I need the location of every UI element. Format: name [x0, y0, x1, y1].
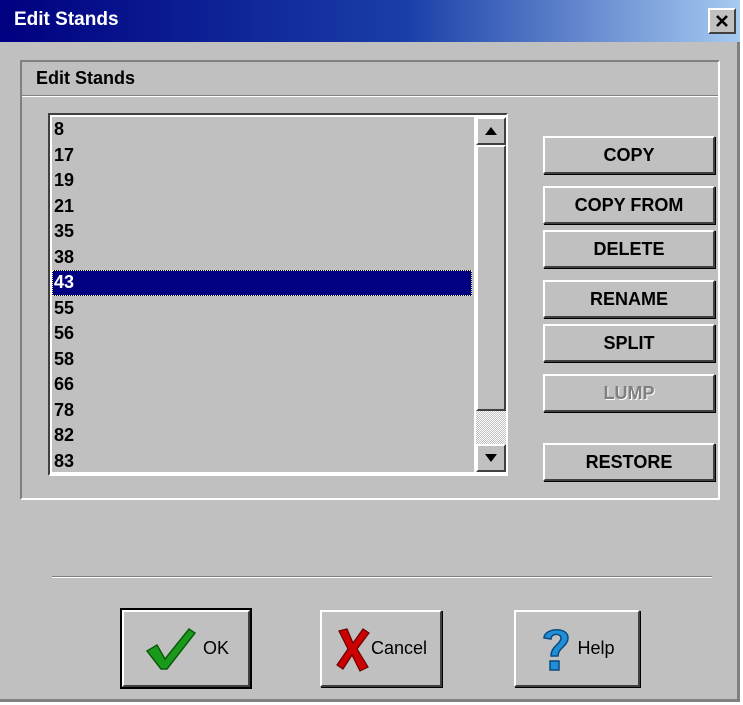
arrow-up-icon [485, 127, 497, 135]
vertical-scrollbar[interactable] [476, 115, 506, 474]
stands-list[interactable]: 8 17 19 21 35 38 43 55 56 58 66 78 82 83 [52, 117, 474, 472]
help-label: Help [577, 638, 615, 658]
list-item[interactable]: 38 [52, 245, 472, 271]
list-item[interactable]: 43 [52, 270, 472, 296]
list-item[interactable]: 21 [52, 194, 472, 220]
lump-button[interactable]: LUMP [543, 374, 715, 412]
scrollbar-thumb[interactable] [476, 145, 506, 411]
x-cross-icon [336, 627, 370, 672]
scroll-down-button[interactable] [476, 444, 506, 472]
list-item[interactable]: 35 [52, 219, 472, 245]
help-button[interactable]: Help [514, 610, 640, 687]
list-item[interactable]: 82 [52, 423, 472, 449]
scroll-up-button[interactable] [476, 117, 506, 145]
list-item[interactable]: 55 [52, 296, 472, 322]
cancel-button[interactable]: Cancel [320, 610, 442, 687]
arrow-down-icon [485, 454, 497, 462]
cancel-label: Cancel [370, 638, 428, 658]
question-mark-icon [543, 628, 570, 671]
split-button[interactable]: SPLIT [543, 324, 715, 362]
list-item[interactable]: 17 [52, 143, 472, 169]
ok-button[interactable]: OK [120, 608, 252, 689]
checkmark-icon [145, 627, 197, 670]
rename-button[interactable]: RENAME [543, 280, 715, 318]
close-icon [716, 15, 728, 27]
footer-separator [52, 576, 712, 578]
list-item[interactable]: 78 [52, 398, 472, 424]
copy-button[interactable]: COPY [543, 136, 715, 174]
close-button[interactable] [708, 8, 736, 34]
group-label: Edit Stands [36, 68, 136, 88]
list-item[interactable]: 56 [52, 321, 472, 347]
stands-listbox[interactable]: 8 17 19 21 35 38 43 55 56 58 66 78 82 83 [48, 113, 508, 476]
ok-label: OK [202, 638, 229, 658]
list-item[interactable]: 58 [52, 347, 472, 373]
delete-button[interactable]: DELETE [543, 230, 715, 268]
window-title: Edit Stands [14, 9, 119, 30]
list-item[interactable]: 83 [52, 449, 472, 473]
list-item[interactable]: 66 [52, 372, 472, 398]
copy-from-button[interactable]: COPY FROM [543, 186, 715, 224]
title-bar[interactable]: Edit Stands [0, 0, 740, 42]
restore-button[interactable]: RESTORE [543, 443, 715, 481]
edit-stands-dialog: Edit Stands Edit Stands 8 17 19 21 35 38 43 55 5… [0, 0, 740, 702]
group-divider [22, 95, 718, 97]
list-item[interactable]: 19 [52, 168, 472, 194]
list-item[interactable]: 8 [52, 117, 472, 143]
